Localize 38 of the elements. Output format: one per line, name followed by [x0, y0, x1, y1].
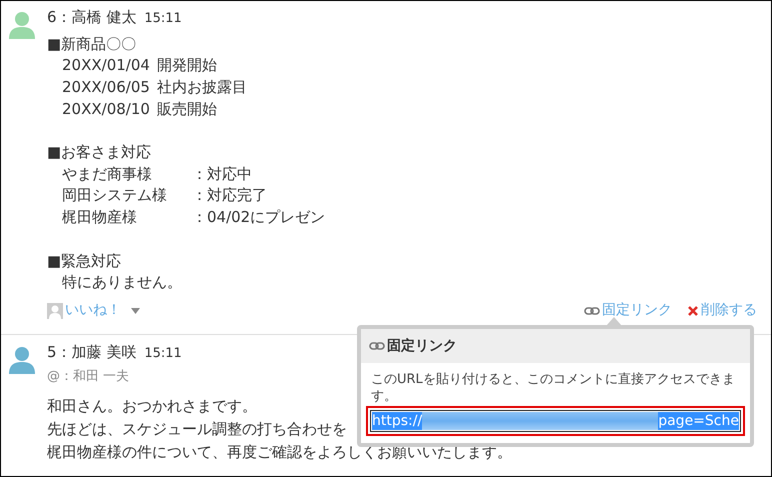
comment-author: 5：加藤 美咲	[47, 342, 136, 363]
event-text: 社内お披露目	[157, 76, 247, 98]
comment-time: 15:11	[144, 344, 182, 363]
section-heading: ■新商品〇〇	[47, 34, 138, 54]
customer-name: 梶田物産様	[62, 207, 138, 228]
popup-title: 固定リンク	[387, 336, 457, 356]
body-text: 特にありません。	[62, 272, 182, 294]
status-text: ：対応中	[192, 164, 252, 185]
date-text: 20XX/08/10	[62, 98, 151, 120]
url-text: page=Sche	[658, 412, 739, 430]
person-avatar-icon	[9, 346, 35, 374]
customer-name: やまだ商事様	[62, 164, 153, 185]
user-thumbnail-icon	[47, 302, 63, 319]
permalink-link[interactable]: 固定リンク	[584, 300, 672, 322]
delete-link[interactable]: 削除する	[688, 300, 757, 322]
body-text: 先ほどは、スケジュール調整の打ち合わせを	[47, 419, 347, 440]
comment-author: 6：高橋 健太	[47, 7, 136, 28]
section-heading: ■緊急対応	[47, 250, 122, 272]
status-text: ：対応完了	[192, 185, 267, 206]
caret-icon[interactable]	[131, 308, 140, 314]
popup-message: このURLを貼り付けると、このコメントに直接アクセスできます。	[370, 371, 736, 405]
section-heading: ■お客さま対応	[47, 142, 152, 163]
body-text: 和田さん。おつかれさまです。	[47, 396, 257, 418]
customer-name: 岡田システム様	[62, 185, 168, 206]
mention-text: @：和田 一夫	[47, 368, 130, 386]
status-text: ：04/02にプレゼン	[192, 207, 326, 228]
date-text: 20XX/01/04	[62, 55, 151, 76]
comment-time: 15:11	[144, 10, 182, 28]
event-text: 開発開始	[157, 55, 217, 76]
url-text: https://	[372, 412, 422, 430]
person-avatar-icon	[9, 11, 35, 39]
chain-link-icon	[584, 306, 600, 315]
date-text: 20XX/06/05	[62, 76, 151, 98]
url-field[interactable]: https:// page=Sche	[370, 410, 741, 432]
like-button[interactable]: いいね！	[47, 300, 121, 322]
chain-link-icon	[369, 342, 385, 350]
event-text: 販売開始	[157, 98, 217, 120]
close-icon	[688, 306, 698, 316]
